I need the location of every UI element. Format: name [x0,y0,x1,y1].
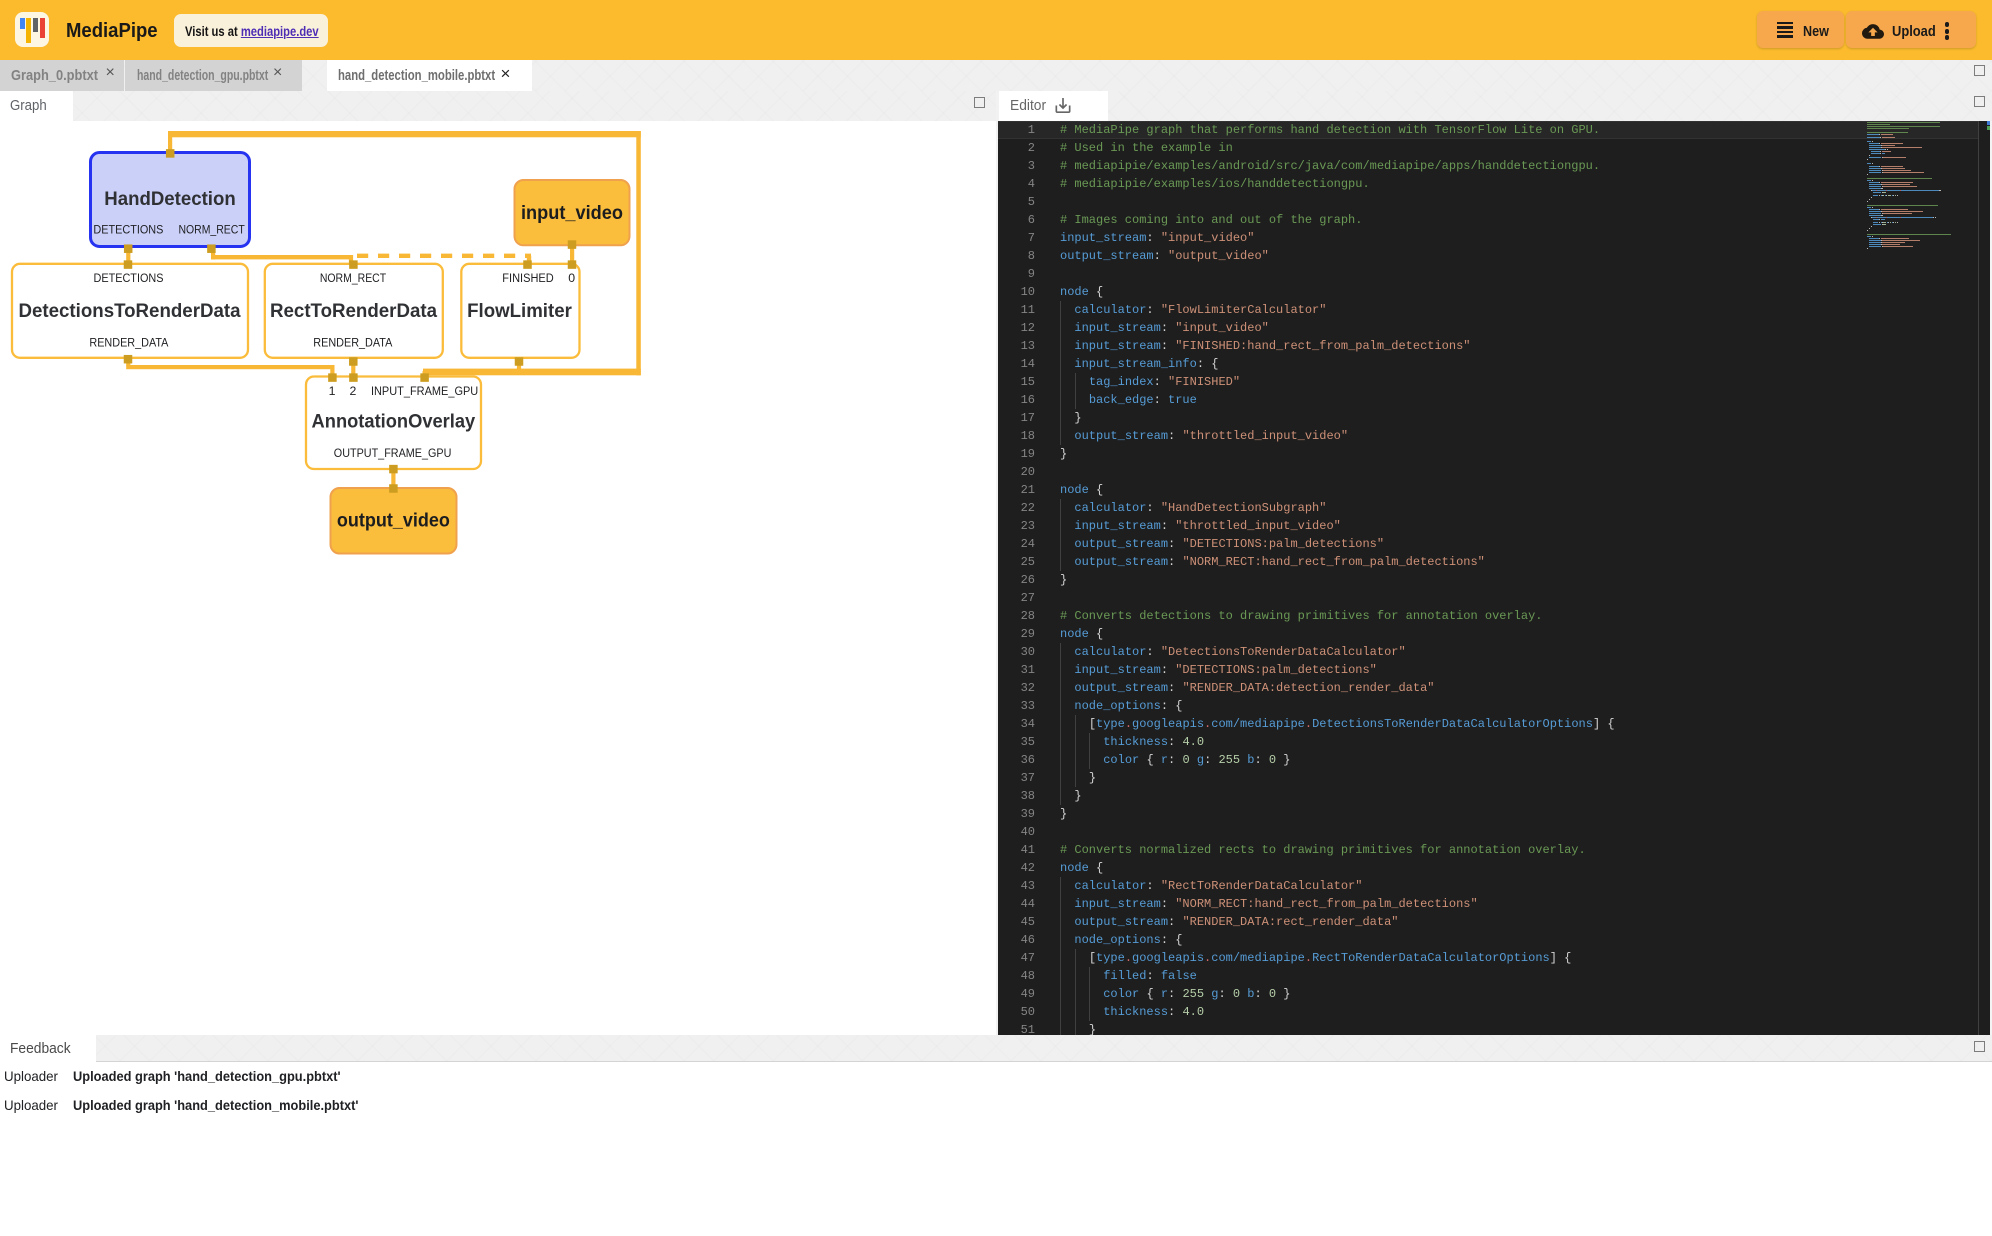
svg-text:output_video: output_video [337,510,450,532]
svg-text:HandDetection: HandDetection [104,188,236,210]
svg-text:OUTPUT_FRAME_GPU: OUTPUT_FRAME_GPU [334,446,452,460]
svg-text:DETECTIONS: DETECTIONS [94,271,164,285]
svg-text:FINISHED: FINISHED [502,271,554,285]
svg-text:NORM_RECT: NORM_RECT [178,223,245,237]
svg-text:FlowLimiter: FlowLimiter [467,300,572,322]
svg-text:0: 0 [568,271,575,285]
svg-text:RectToRenderData: RectToRenderData [270,300,437,322]
svg-text:NORM_RECT: NORM_RECT [320,271,387,285]
svg-text:DETECTIONS: DETECTIONS [93,223,163,237]
svg-text:2: 2 [349,384,356,398]
svg-text:RENDER_DATA: RENDER_DATA [313,336,393,350]
svg-text:RENDER_DATA: RENDER_DATA [89,336,169,350]
svg-text:1: 1 [329,384,336,398]
svg-text:AnnotationOverlay: AnnotationOverlay [312,411,476,433]
svg-text:DetectionsToRenderData: DetectionsToRenderData [19,300,241,322]
svg-text:input_video: input_video [521,202,623,224]
svg-text:INPUT_FRAME_GPU: INPUT_FRAME_GPU [371,384,478,398]
